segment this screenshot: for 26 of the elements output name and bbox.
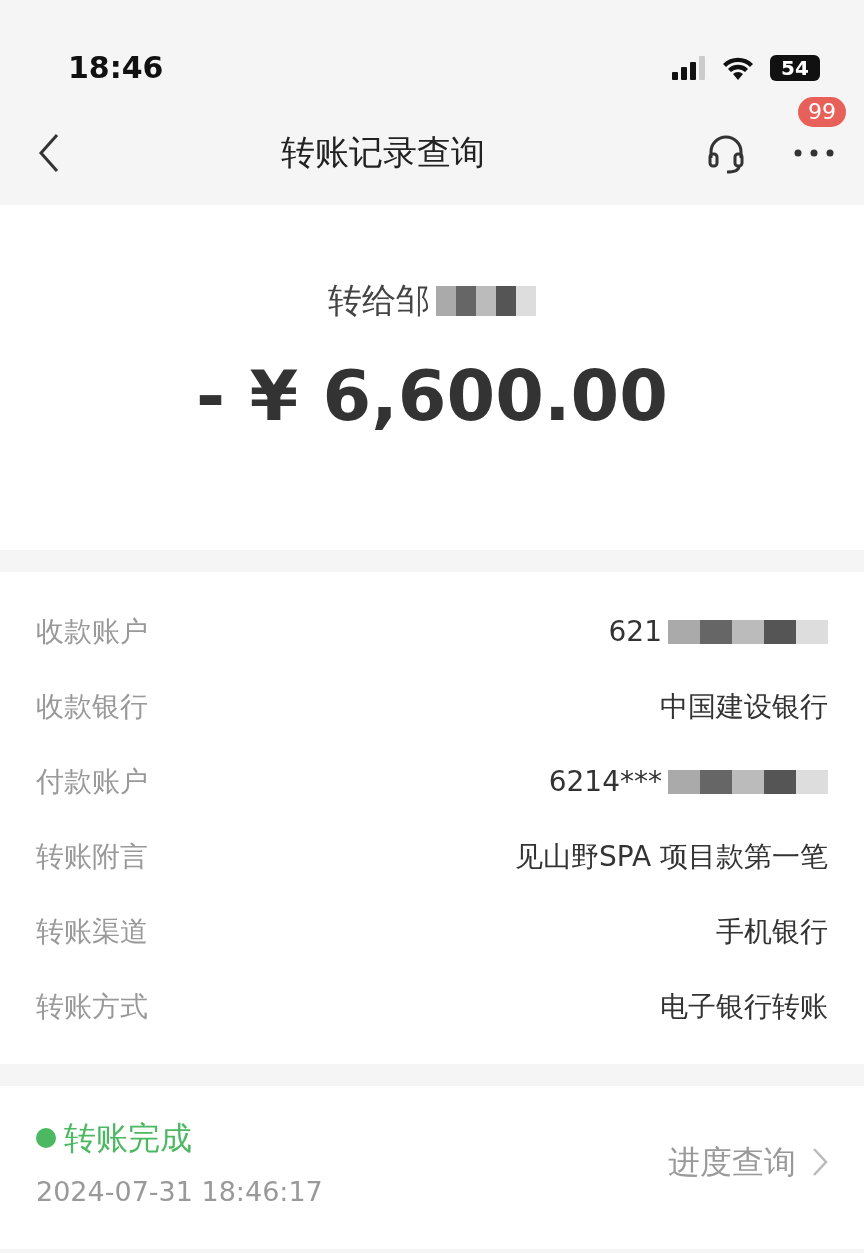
transfer-time: 2024-07-31 18:46:17 <box>36 1175 323 1209</box>
chevron-right-icon <box>812 1147 828 1177</box>
back-icon[interactable] <box>38 132 60 173</box>
field-value: 621 <box>608 613 662 650</box>
field-value: 电子银行转账 <box>660 988 828 1025</box>
field-value: 中国建设银行 <box>660 688 828 725</box>
battery-level: 54 <box>770 54 820 81</box>
field-label: 收款银行 <box>36 688 148 725</box>
payee-name: 转给邹 <box>328 279 430 322</box>
field-label: 付款账户 <box>36 763 148 800</box>
field-label: 转账方式 <box>36 988 148 1025</box>
field-value: 见山野SPA 项目款第一笔 <box>515 838 828 875</box>
field-label: 转账渠道 <box>36 913 148 950</box>
progress-link[interactable]: 进度查询 <box>668 1138 796 1186</box>
more-icon[interactable] <box>794 148 834 157</box>
wifi-icon <box>722 55 754 80</box>
notification-count: 99 <box>798 97 846 128</box>
field-label: 转账附言 <box>36 838 148 875</box>
clock-time: 18:46 <box>68 49 164 87</box>
status-text: 转账完成 <box>64 1118 192 1159</box>
field-label: 收款账户 <box>36 613 148 650</box>
transfer-amount: - ¥ 6,600.00 <box>195 354 669 439</box>
signal-icon <box>672 55 706 80</box>
page-title: 转账记录查询 <box>281 131 485 174</box>
field-value: 手机银行 <box>716 913 828 950</box>
field-value: 6214*** <box>548 763 662 800</box>
